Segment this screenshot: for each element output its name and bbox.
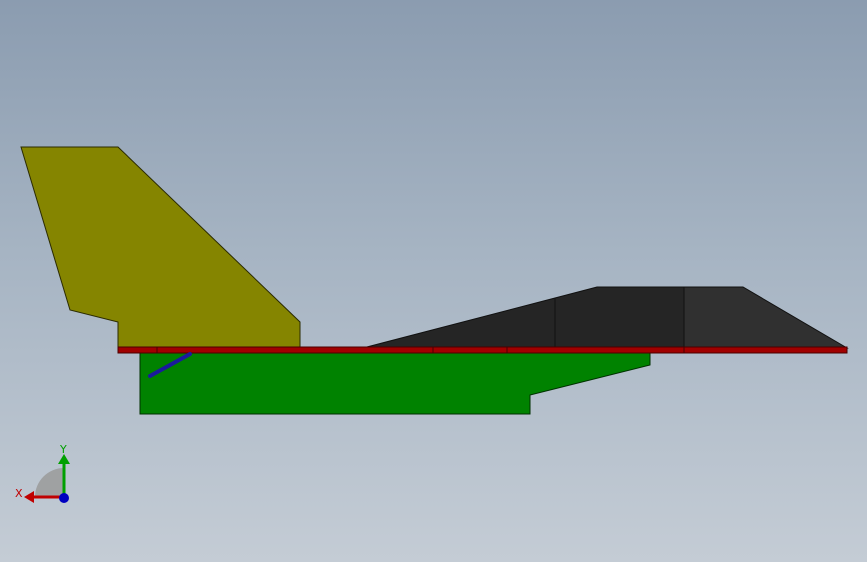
nose-section-rear[interactable] [362, 286, 685, 349]
graphics-viewport[interactable]: Y X [0, 0, 867, 562]
model-scene[interactable] [0, 0, 867, 562]
z-axis-icon [59, 493, 69, 503]
x-arrow-icon [24, 491, 34, 503]
wing-plate[interactable] [117, 346, 848, 354]
y-axis-label: Y [59, 443, 67, 456]
nose-section-front[interactable] [683, 286, 849, 349]
orientation-triad[interactable]: Y X [10, 440, 80, 510]
x-axis-label: X [15, 487, 23, 500]
vertical-tail[interactable] [20, 146, 301, 349]
triad-plane-icon [35, 468, 64, 497]
fuselage-body[interactable] [139, 351, 651, 415]
